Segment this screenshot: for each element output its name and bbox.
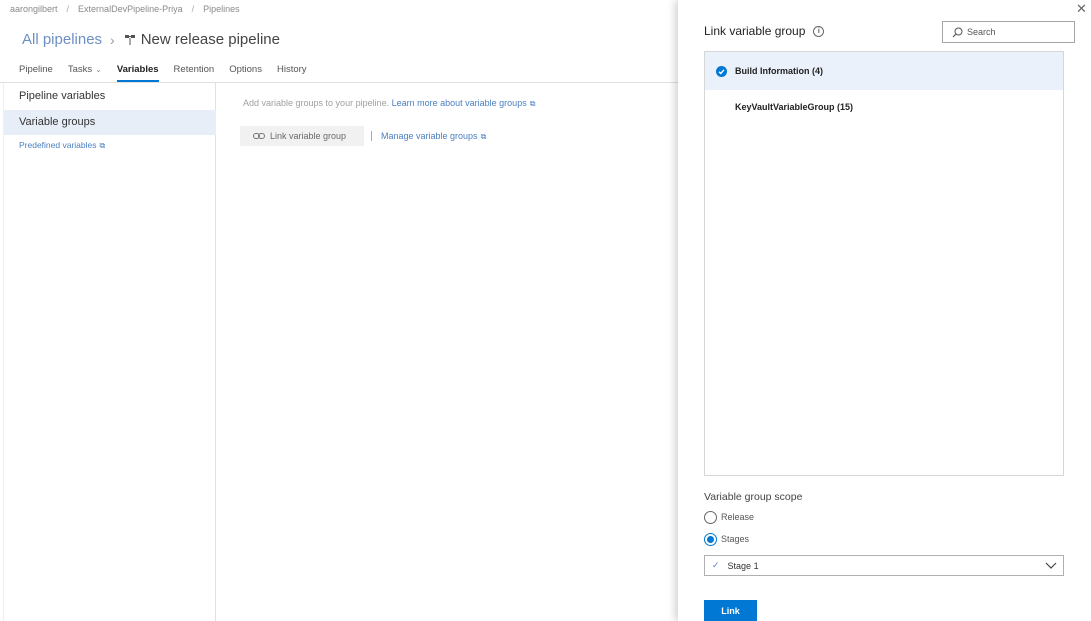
link-button[interactable]: Link [704, 600, 757, 621]
pipeline-name[interactable]: New release pipeline [141, 31, 280, 48]
link-variable-group-button[interactable]: Link variable group [240, 126, 364, 146]
external-link-icon: ⧉ [529, 99, 536, 108]
predefined-variables-link[interactable]: Predefined variables ⧉ [19, 140, 105, 151]
breadcrumb-project[interactable]: ExternalDevPipeline-Priya [78, 4, 183, 14]
tab-bar: Pipeline Tasks ⌄ Variables Retention Opti… [19, 64, 322, 82]
learn-more-link[interactable]: Learn more about variable groups ⧉ [392, 98, 536, 108]
stage-dropdown-value: Stage 1 [727, 560, 759, 571]
link-icon [253, 133, 265, 139]
radio-stages[interactable] [704, 533, 717, 546]
manage-variable-groups-link[interactable]: Manage variable groups ⧉ [381, 131, 486, 142]
link-variable-group-panel: ✕ Link variable group i Search Build Inf… [678, 0, 1091, 621]
chevron-right-icon: › [110, 31, 115, 48]
radio-release-label[interactable]: Release [721, 512, 754, 522]
sidebar-item-variable-groups[interactable]: Variable groups [4, 110, 216, 135]
info-icon[interactable]: i [813, 25, 825, 37]
chevron-down-icon: ⌄ [95, 65, 102, 74]
panel-title: Link variable group i [704, 24, 825, 38]
search-placeholder: Search [967, 27, 996, 37]
scope-label: Variable group scope [704, 491, 803, 503]
tab-options[interactable]: Options [229, 64, 262, 81]
tab-history[interactable]: History [277, 64, 307, 81]
sidebar-item-pipeline-variables[interactable]: Pipeline variables [4, 84, 216, 109]
tab-retention[interactable]: Retention [174, 64, 215, 81]
external-link-icon: ⧉ [99, 141, 106, 150]
breadcrumb-separator: / [191, 4, 195, 14]
all-pipelines-link[interactable]: All pipelines [22, 31, 102, 48]
divider [371, 131, 372, 141]
variable-groups-hint: Add variable groups to your pipeline. Le… [243, 98, 535, 109]
hint-text: Add variable groups to your pipeline. [243, 98, 390, 108]
link-variable-group-label: Link variable group [270, 131, 347, 141]
release-pipeline-icon [124, 34, 135, 45]
manage-variable-groups-label: Manage variable groups [381, 131, 478, 141]
tab-tasks[interactable]: Tasks ⌄ [68, 64, 102, 81]
breadcrumb-separator: / [66, 4, 70, 14]
tab-pipeline[interactable]: Pipeline [19, 64, 53, 81]
close-icon[interactable]: ✕ [1076, 1, 1087, 17]
breadcrumb-pipelines[interactable]: Pipelines [203, 4, 240, 14]
tab-tasks-label: Tasks [67, 64, 93, 75]
breadcrumb: aarongilbert / ExternalDevPipeline-Priya… [10, 4, 240, 14]
stage-dropdown[interactable]: ✓ Stage 1 [704, 555, 1064, 576]
list-item[interactable]: KeyVaultVariableGroup (15) [705, 88, 1063, 126]
variable-group-list: Build Information (4) KeyVaultVariableGr… [704, 51, 1064, 476]
variables-sidebar: Pipeline variables Variable groups Prede… [3, 83, 216, 621]
breadcrumb-org[interactable]: aarongilbert [10, 4, 58, 14]
panel-title-text: Link variable group [704, 24, 806, 38]
radio-stages-label[interactable]: Stages [721, 534, 749, 544]
checkmark-circle-icon [716, 66, 727, 77]
chevron-down-icon [1045, 562, 1057, 569]
radio-release[interactable] [704, 511, 717, 524]
list-item-label: KeyVaultVariableGroup (15) [735, 102, 854, 112]
list-item[interactable]: Build Information (4) [705, 52, 1063, 90]
search-box[interactable]: Search [942, 21, 1075, 43]
list-item-label: Build Information (4) [735, 66, 823, 76]
external-link-icon: ⧉ [480, 132, 487, 141]
check-icon: ✓ [712, 560, 720, 570]
predefined-variables-label: Predefined variables [19, 140, 97, 150]
search-icon [952, 27, 963, 37]
page-header: All pipelines › New release pipeline [22, 31, 280, 48]
tab-variables[interactable]: Variables [116, 64, 159, 82]
learn-more-label: Learn more about variable groups [391, 98, 527, 108]
